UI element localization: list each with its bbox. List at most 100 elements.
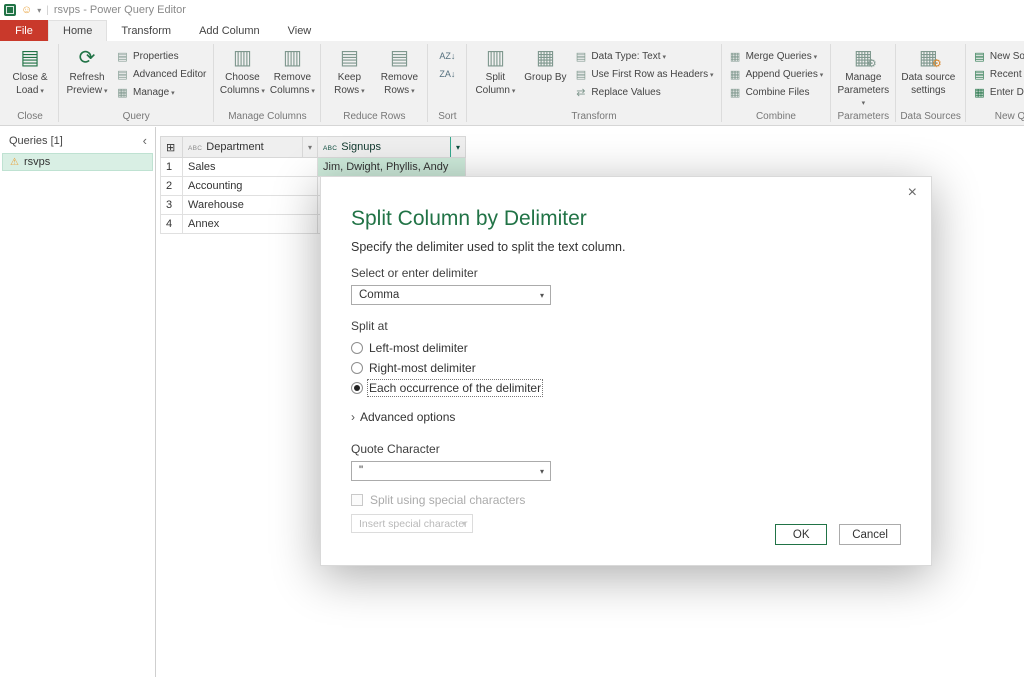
gear-icon: ⚙ [931,58,942,70]
advanced-editor-button[interactable]: ▤ Advanced Editor [113,66,209,82]
cell-signups-selected[interactable]: Jim, Dwight, Phyllis, Andy [317,157,466,177]
cell-department[interactable]: Warehouse [182,195,318,215]
manage-icon: ▦ [117,86,128,99]
ribbon-group-close: ▤ Close & Load Close [2,41,58,125]
filter-button[interactable]: ▾ [450,137,465,157]
radio-right-most-delimiter[interactable]: Right-most delimiter [351,360,901,376]
group-label-manage-columns: Manage Columns [228,111,307,122]
radio-left-most-delimiter[interactable]: Left-most delimiter [351,340,901,356]
group-by-icon: ▦ [535,47,555,69]
manage-parameters-button[interactable]: ▦ ⚙ Manage Parameters [835,44,891,110]
chevron-down-icon: ▾ [461,519,466,528]
chevron-right-icon: › [351,410,355,424]
filter-button[interactable]: ▾ [302,137,317,157]
close-icon: × [907,184,917,201]
properties-label: Properties [133,50,179,62]
ok-button[interactable]: OK [775,524,828,545]
remove-rows-icon: ▤ [389,47,409,69]
manage-parameters-label: Manage Parameters [835,72,891,110]
close-and-load-button[interactable]: ▤ Close & Load [6,44,54,110]
dialog-title: Split Column by Delimiter [351,207,587,230]
data-type-button[interactable]: ▤ Data Type: Text [571,48,716,64]
use-first-row-button[interactable]: ▤ Use First Row as Headers [571,66,716,82]
merge-queries-button[interactable]: ▦ Merge Queries [726,48,827,64]
cell-department[interactable]: Accounting [182,176,318,196]
table-row: 1 Sales Jim, Dwight, Phyllis, Andy [160,157,466,177]
dialog-close-button[interactable]: × [908,185,917,201]
data-source-settings-button[interactable]: ▦ ⚙ Data source settings [900,44,956,110]
ribbon-group-reduce-rows: ▤ Keep Rows ▤ Remove Rows Reduce Rows [321,41,427,125]
group-label-data-sources: Data Sources [900,111,961,122]
append-queries-button[interactable]: ▦ Append Queries [726,66,827,82]
choose-columns-icon: ▥ [232,47,252,69]
data-source-settings-icon: ▦ ⚙ [918,47,942,70]
keep-rows-button[interactable]: ▤ Keep Rows [325,44,373,110]
choose-columns-label: Choose Columns [218,72,266,97]
row-number[interactable]: 2 [160,176,183,196]
tab-view[interactable]: View [274,20,326,41]
use-first-row-label: Use First Row as Headers [591,69,713,80]
split-special-characters-checkbox[interactable]: Split using special characters [351,493,901,507]
warning-icon: ⚠ [10,156,19,168]
group-label-close: Close [17,111,43,122]
delimiter-select[interactable]: Comma ▾ [351,285,551,305]
remove-rows-label: Remove Rows [375,72,423,97]
sort-descending-button[interactable]: ZA↓ [432,66,462,82]
split-at-label: Split at [351,319,388,333]
cell-department[interactable]: Sales [182,157,318,177]
merge-queries-label: Merge Queries [746,51,818,62]
advanced-options-expander[interactable]: › Advanced options [351,410,901,424]
new-source-button[interactable]: ▤ New Source [970,48,1024,64]
radio-label: Right-most delimiter [369,361,476,375]
remove-rows-button[interactable]: ▤ Remove Rows [375,44,423,110]
ribbon-group-parameters: ▦⚙ Manage Parameters Parameters [831,41,895,125]
radio-each-occurrence[interactable]: Each occurrence of the delimiter [351,379,901,397]
sort-ascending-button[interactable]: AZ↓ [432,48,462,64]
column-header-department[interactable]: ABC Department ▾ [182,136,318,158]
tab-file[interactable]: File [0,20,48,41]
row-number[interactable]: 3 [160,195,183,215]
tab-add-column[interactable]: Add Column [185,20,274,41]
chevron-down-icon: ▾ [307,142,312,152]
titlebar-separator: | [46,4,49,16]
chevron-down-icon: ▾ [455,142,460,152]
recent-sources-label: Recent Sources [990,69,1024,80]
row-number[interactable]: 1 [160,157,183,177]
enter-data-button[interactable]: ▦ Enter Data [970,84,1024,100]
collapse-pane-button[interactable]: ‹ [143,134,147,147]
tab-transform[interactable]: Transform [107,20,185,41]
replace-values-label: Replace Values [591,86,661,98]
quick-access-dropdown-icon[interactable]: ▾ [37,6,41,15]
tab-home[interactable]: Home [48,20,108,41]
quote-character-select[interactable]: " ▾ [351,461,551,481]
new-source-icon: ▤ [974,50,985,63]
table-corner-icon: ⊞ [166,141,176,154]
column-header-signups[interactable]: ABC Signups ▾ [317,136,466,158]
group-by-button[interactable]: ▦ Group By [521,44,569,110]
ribbon-group-combine: ▦ Merge Queries ▦ Append Queries ▦ Combi… [722,41,831,125]
choose-columns-button[interactable]: ▥ Choose Columns [218,44,266,110]
manage-parameters-icon: ▦ ⚙ [853,47,877,70]
cancel-button[interactable]: Cancel [839,524,901,545]
row-number[interactable]: 4 [160,214,183,234]
split-column-icon: ▥ [485,47,505,69]
combine-files-button[interactable]: ▦ Combine Files [726,84,827,100]
dialog-buttons: OK Cancel [775,524,901,545]
ribbon-group-query: ⟳ Refresh Preview ▤ Properties ▤ Advance… [59,41,213,125]
recent-sources-button[interactable]: ▤ Recent Sources [970,66,1024,82]
split-column-button[interactable]: ▥ Split Column [471,44,519,110]
properties-button[interactable]: ▤ Properties [113,48,209,64]
remove-columns-button[interactable]: ▥ Remove Columns [268,44,316,110]
cell-department[interactable]: Annex [182,214,318,234]
query-item-rsvps[interactable]: ⚠ rsvps [2,153,153,171]
refresh-preview-button[interactable]: ⟳ Refresh Preview [63,44,111,110]
split-column-by-delimiter-dialog: × Split Column by Delimiter Specify the … [320,176,932,566]
radio-label: Each occurrence of the delimiter [366,379,544,397]
select-all-corner[interactable]: ⊞ [160,136,183,158]
insert-special-character-value: Insert special character [359,517,468,530]
ribbon-group-new-query: ▤ New Source ▤ Recent Sources ▦ Enter Da… [966,41,1024,125]
manage-button[interactable]: ▦ Manage [113,84,209,100]
smiley-feedback-icon[interactable]: ☺ [21,4,32,16]
replace-values-button[interactable]: ⇄ Replace Values [571,84,716,100]
ribbon-group-data-sources: ▦ ⚙ Data source settings Data Sources [896,41,965,125]
